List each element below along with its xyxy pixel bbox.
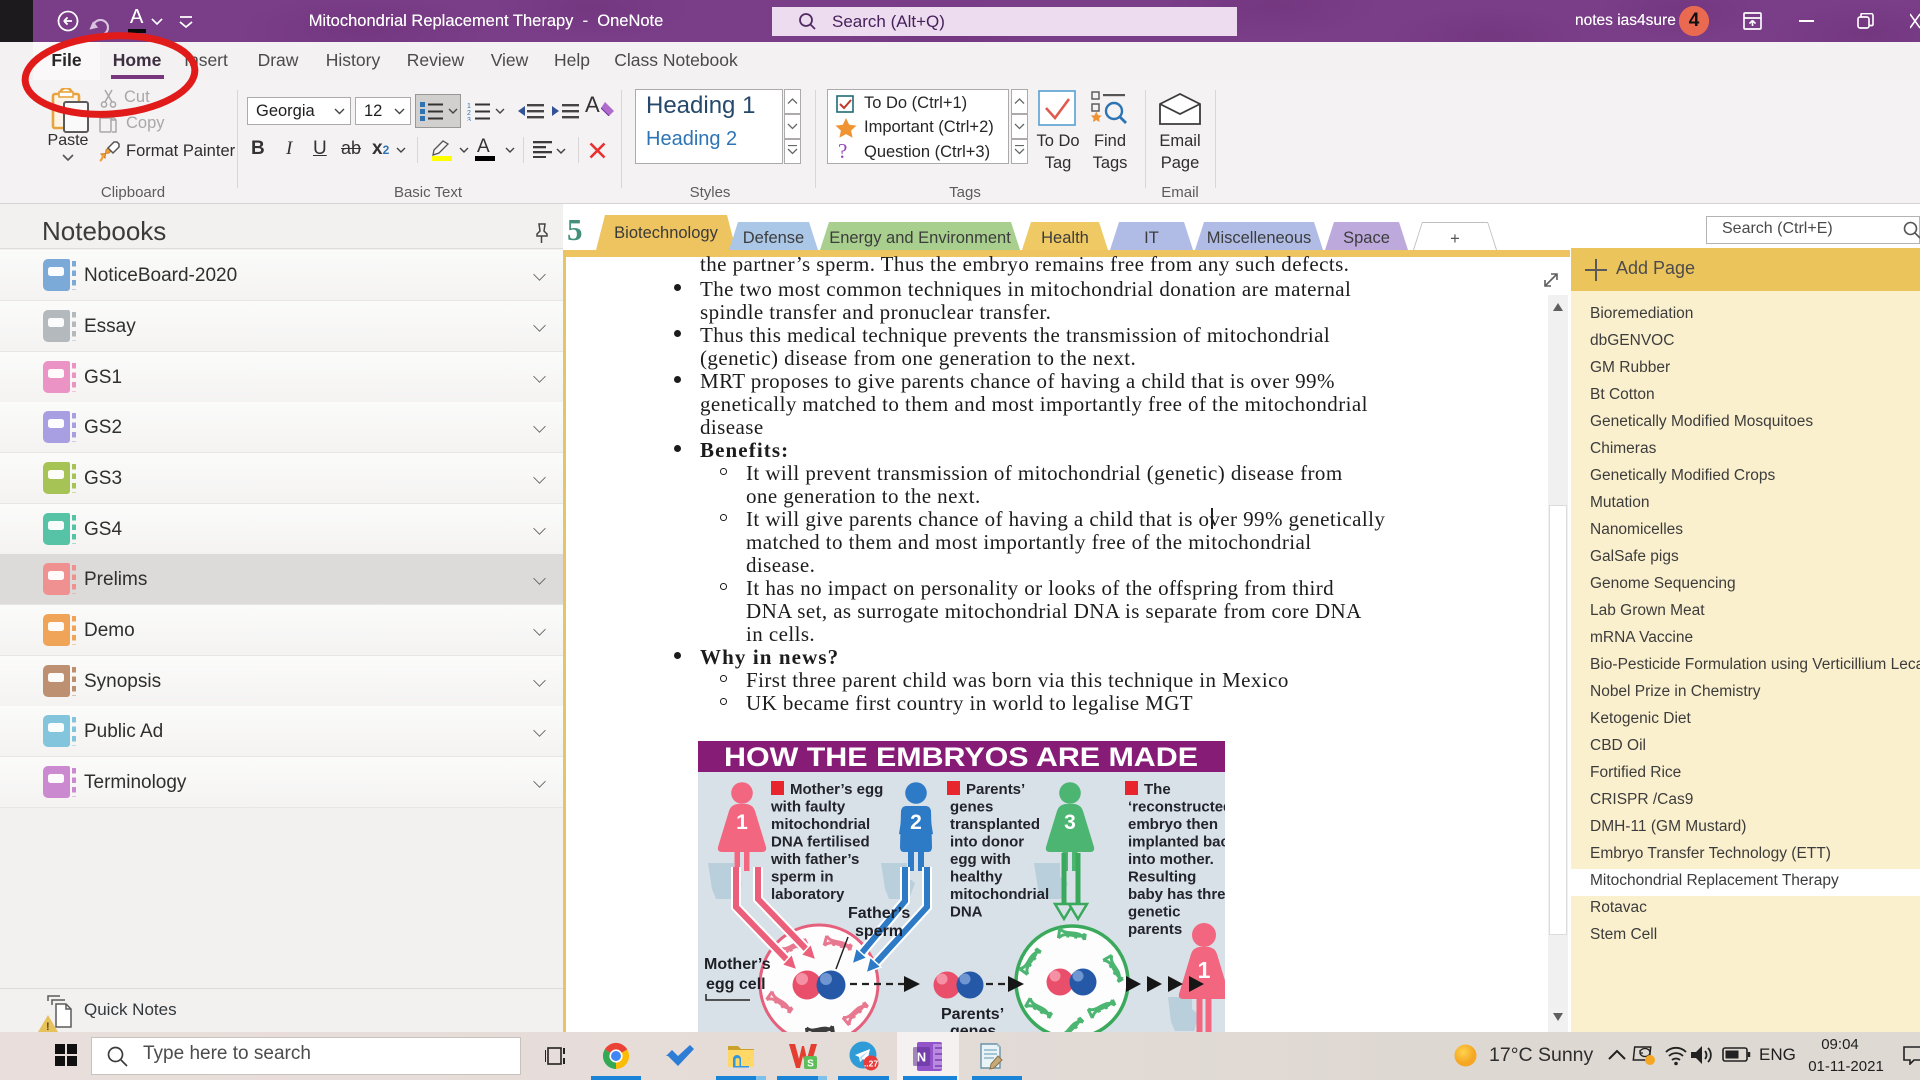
svg-text:1: 1 xyxy=(736,811,748,834)
svg-text:transplanted: transplanted xyxy=(950,816,1040,833)
svg-text:embryo then: embryo then xyxy=(1128,816,1218,833)
svg-text:Parents’: Parents’ xyxy=(966,781,1025,798)
svg-text:Mother’s: Mother’s xyxy=(704,956,771,973)
svg-text:with father’s: with father’s xyxy=(770,851,859,868)
svg-text:1: 1 xyxy=(467,103,471,110)
svg-text:..27: ..27 xyxy=(864,1059,878,1069)
svg-text:into donor: into donor xyxy=(950,834,1024,851)
svg-text:HOW THE EMBRYOS ARE MADE: HOW THE EMBRYOS ARE MADE xyxy=(724,742,1198,772)
svg-text:S: S xyxy=(807,1059,814,1070)
svg-text:healthy: healthy xyxy=(950,869,1003,886)
svg-text:3: 3 xyxy=(1064,811,1076,834)
svg-text:3: 3 xyxy=(467,117,471,121)
svg-text:sperm in: sperm in xyxy=(771,869,834,886)
svg-text:mitochondrial: mitochondrial xyxy=(950,886,1049,903)
svg-text:egg with: egg with xyxy=(950,851,1011,868)
svg-text:laboratory: laboratory xyxy=(771,886,845,903)
svg-text:into mother.: into mother. xyxy=(1128,851,1214,868)
svg-text:1: 1 xyxy=(1198,957,1211,983)
svg-text:sperm: sperm xyxy=(855,923,903,940)
svg-text:2: 2 xyxy=(467,110,471,117)
svg-text:Parents’: Parents’ xyxy=(941,1006,1004,1023)
svg-text:Mother’s egg: Mother’s egg xyxy=(790,781,883,798)
svg-text:2: 2 xyxy=(910,811,922,834)
svg-text:parents: parents xyxy=(1128,921,1182,938)
svg-text:The: The xyxy=(1144,781,1171,798)
svg-text:genes: genes xyxy=(950,799,993,816)
svg-text:egg cell: egg cell xyxy=(706,976,766,993)
svg-text:baby has three: baby has three xyxy=(1128,886,1225,903)
svg-text:genes: genes xyxy=(950,1023,996,1032)
svg-text:Resulting: Resulting xyxy=(1128,869,1196,886)
svg-text:N: N xyxy=(917,1050,926,1065)
svg-text:Father’s: Father’s xyxy=(848,905,910,922)
svg-text:!: ! xyxy=(46,1021,50,1032)
svg-text:implanted back: implanted back xyxy=(1128,834,1225,851)
svg-text:DNA: DNA xyxy=(950,904,983,921)
svg-text:genetic: genetic xyxy=(1128,904,1181,921)
svg-text:DNA fertilised: DNA fertilised xyxy=(771,834,870,851)
svg-text:‘reconstructed’: ‘reconstructed’ xyxy=(1128,799,1225,816)
svg-text:mitochondrial: mitochondrial xyxy=(771,816,870,833)
svg-text:with faulty: with faulty xyxy=(770,799,846,816)
